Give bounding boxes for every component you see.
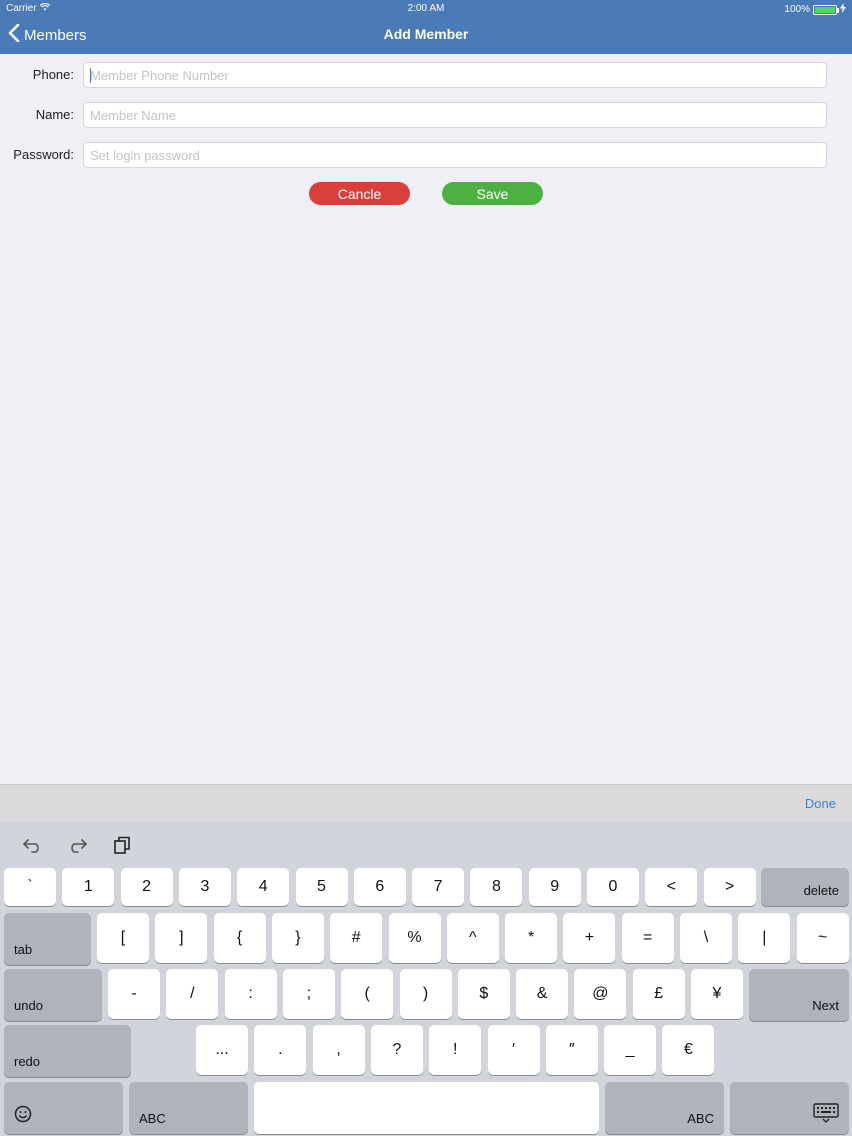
key[interactable]: { <box>213 913 266 963</box>
key[interactable]: $ <box>457 969 510 1019</box>
screen: Carrier 2:00 AM 100% Members Add Member <box>0 0 852 1136</box>
keyboard-dismiss-icon <box>813 1103 839 1126</box>
key[interactable]: ! <box>429 1025 482 1075</box>
text-cursor <box>90 68 91 83</box>
keyboard: ` 1 2 3 4 5 6 7 8 9 0 < > delete tab[]{} #% ^ * + = \ | ~ undo -… <box>0 822 852 1136</box>
key[interactable]: ` <box>4 868 56 906</box>
key[interactable]: : <box>224 969 277 1019</box>
key[interactable]: ? <box>370 1025 423 1075</box>
emoji-key[interactable] <box>4 1082 123 1134</box>
key[interactable]: 3 <box>178 868 231 906</box>
phone-row: Phone: <box>0 62 852 88</box>
key[interactable]: + <box>563 913 616 963</box>
phone-label: Phone: <box>32 67 74 82</box>
abc-key-right[interactable]: ABC <box>605 1082 724 1134</box>
status-bar: Carrier 2:00 AM 100% <box>0 0 852 18</box>
key[interactable]: ( <box>341 969 394 1019</box>
cancel-button[interactable]: Cancle <box>309 182 410 205</box>
next-key[interactable]: Next <box>749 969 849 1021</box>
space-key[interactable] <box>254 1082 599 1134</box>
name-row: Name: <box>0 102 852 128</box>
key[interactable]: % <box>388 913 441 963</box>
key[interactable]: 8 <box>470 868 523 906</box>
key[interactable]: 4 <box>237 868 290 906</box>
battery-icon <box>813 4 839 15</box>
key[interactable]: 1 <box>62 868 115 906</box>
key[interactable]: ″ <box>545 1025 598 1075</box>
key[interactable]: ] <box>155 913 208 963</box>
key[interactable]: [ <box>97 913 149 963</box>
nav-bar: Carrier 2:00 AM 100% Members Add Member <box>0 0 852 54</box>
key[interactable]: . <box>254 1025 307 1075</box>
password-label: Password: <box>13 147 74 162</box>
key[interactable]: = <box>621 913 674 963</box>
key[interactable]: > <box>703 868 756 906</box>
key[interactable]: - <box>108 969 160 1019</box>
key[interactable]: / <box>166 969 219 1019</box>
redo-key[interactable]: redo <box>4 1025 131 1077</box>
key[interactable]: _ <box>604 1025 657 1075</box>
key[interactable]: } <box>271 913 324 963</box>
redo-icon[interactable] <box>66 834 88 856</box>
abc-key-left[interactable]: ABC <box>129 1082 248 1134</box>
key[interactable]: @ <box>574 969 627 1019</box>
shortcut-bar <box>0 822 852 866</box>
charging-icon <box>840 3 846 16</box>
battery-status: 100% <box>784 3 846 16</box>
status-time: 2:00 AM <box>407 3 445 14</box>
key[interactable]: 6 <box>353 868 406 906</box>
password-input[interactable] <box>83 142 827 168</box>
key[interactable]: 5 <box>295 868 348 906</box>
key[interactable]: & <box>516 969 569 1019</box>
key[interactable]: # <box>330 913 383 963</box>
key[interactable]: 9 <box>528 868 581 906</box>
page-title: Add Member <box>383 26 469 42</box>
key[interactable]: , <box>312 1025 365 1075</box>
delete-key[interactable]: delete <box>761 868 849 906</box>
key[interactable]: ^ <box>446 913 499 963</box>
key[interactable]: £ <box>632 969 685 1019</box>
undo-key[interactable]: undo <box>4 969 102 1021</box>
keyboard-dismiss-key[interactable] <box>730 1082 849 1134</box>
key[interactable]: * <box>505 913 558 963</box>
name-input[interactable] <box>83 102 827 128</box>
key[interactable]: ) <box>399 969 452 1019</box>
key[interactable]: € <box>662 1025 715 1075</box>
emoji-icon <box>14 1105 32 1126</box>
key[interactable]: 0 <box>587 868 639 906</box>
undo-icon[interactable] <box>22 834 44 856</box>
password-row: Password: <box>0 142 852 168</box>
done-button[interactable]: Done <box>805 796 836 811</box>
key[interactable]: ′ <box>487 1025 540 1075</box>
key[interactable]: ¥ <box>691 969 743 1019</box>
key[interactable]: < <box>645 868 698 906</box>
save-button[interactable]: Save <box>442 182 543 205</box>
key[interactable]: 7 <box>412 868 465 906</box>
key[interactable]: ... <box>196 1025 248 1075</box>
paste-icon[interactable] <box>111 834 133 856</box>
battery-percent: 100% <box>784 4 810 15</box>
phone-input[interactable] <box>83 62 827 88</box>
key[interactable]: \ <box>680 913 732 963</box>
key[interactable]: | <box>738 913 791 963</box>
key[interactable]: ; <box>282 969 335 1019</box>
key[interactable]: ~ <box>796 913 849 963</box>
tab-key[interactable]: tab <box>4 913 91 965</box>
keyboard-accessory-bar: Done <box>0 784 852 822</box>
name-label: Name: <box>35 107 74 122</box>
key[interactable]: 2 <box>120 868 173 906</box>
